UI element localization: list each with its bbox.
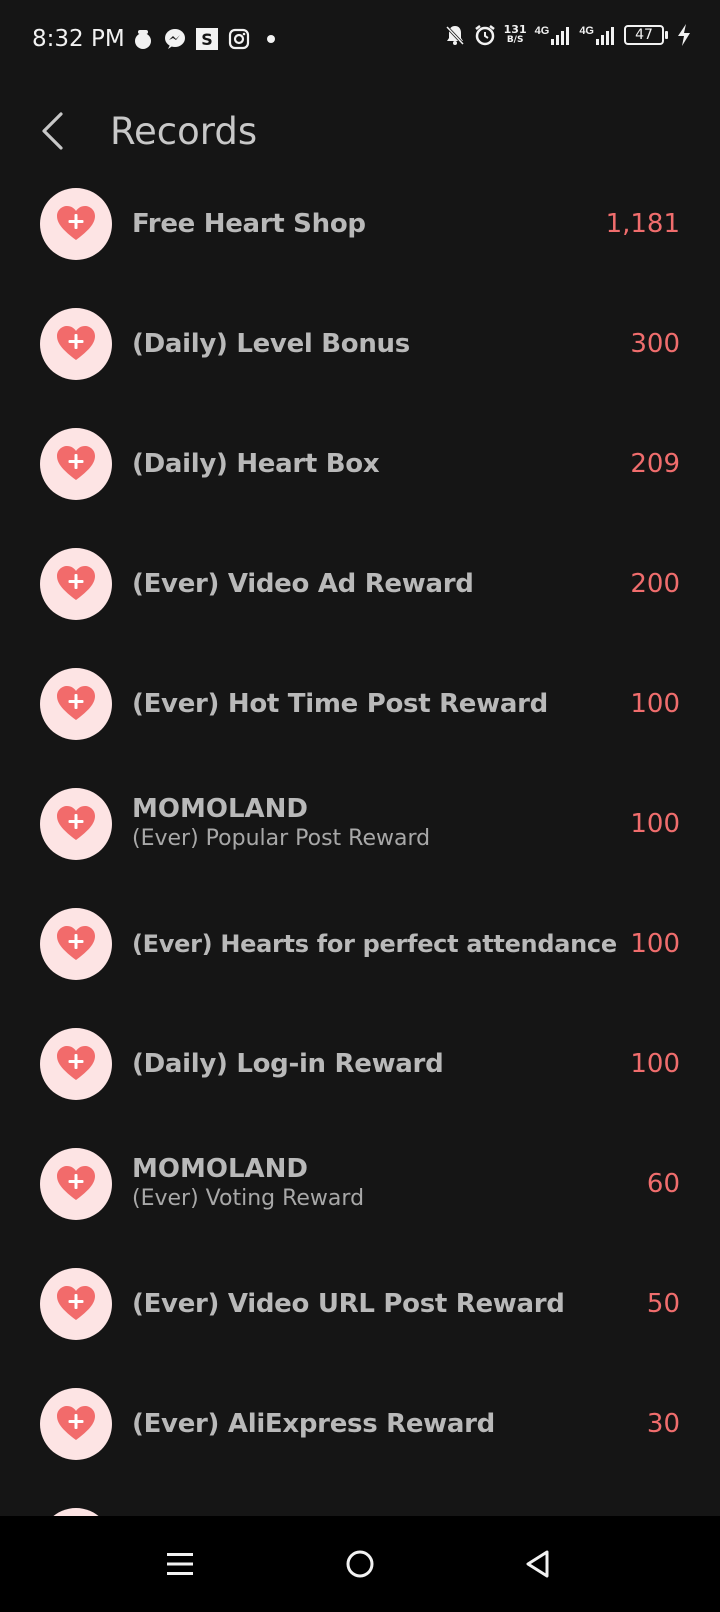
record-text: (Ever) Video Ad Reward xyxy=(132,524,592,644)
system-back-button[interactable] xyxy=(514,1540,562,1588)
network-label-2: 4G xyxy=(579,25,594,37)
record-group: MOMOLAND xyxy=(132,1154,308,1184)
record-amount: 200 xyxy=(630,569,680,599)
record-row[interactable]: (Daily) Heart Box 209 xyxy=(0,404,720,524)
record-title: (Daily) Level Bonus xyxy=(132,329,410,359)
s-app-icon: S xyxy=(196,28,218,50)
chevron-left-icon xyxy=(42,112,63,150)
record-text: (Ever) Video URL Post Reward xyxy=(132,1244,592,1364)
heart-plus-icon xyxy=(40,1148,112,1220)
messenger-icon xyxy=(164,28,186,50)
heart-plus-icon xyxy=(40,1388,112,1460)
heart-plus-icon xyxy=(40,428,112,500)
battery-indicator: 47 xyxy=(624,25,668,45)
record-row[interactable]: (Ever) Hearts for perfect attendance 100 xyxy=(0,884,720,1004)
record-row[interactable]: MOMOLAND (Ever) Popular Post Reward 100 xyxy=(0,764,720,884)
signal-icon xyxy=(551,27,570,45)
record-title: (Ever) Hot Time Post Reward xyxy=(132,689,548,719)
heart-plus-icon xyxy=(40,1268,112,1340)
record-amount: 60 xyxy=(646,1169,680,1199)
record-text: (Daily) Heart Box xyxy=(132,404,592,524)
record-text: (Daily) Level Bonus xyxy=(132,284,592,404)
record-amount: 100 xyxy=(630,1049,680,1079)
net-speed-value: 131 xyxy=(503,23,527,36)
heart-plus-icon xyxy=(40,908,112,980)
record-subtitle: (Ever) Voting Reward xyxy=(132,1186,365,1211)
record-amount: 300 xyxy=(630,329,680,359)
record-title: (Ever) Video Ad Reward xyxy=(132,569,474,599)
record-row[interactable]: (Ever) AliExpress Reward 30 xyxy=(0,1364,720,1484)
record-row[interactable]: (Ever) Video URL Post Reward 50 xyxy=(0,1244,720,1364)
status-right-icons: 131 B/S 4G 4G 47 xyxy=(444,24,698,46)
record-subtitle: (Ever) Popular Post Reward xyxy=(132,826,431,851)
record-title: (Ever) AliExpress Reward xyxy=(132,1409,495,1439)
status-left-icons: S xyxy=(132,28,282,50)
alarm-icon xyxy=(474,24,496,46)
heart-plus-icon xyxy=(40,188,112,260)
back-button[interactable] xyxy=(30,106,74,156)
notification-dot-icon xyxy=(132,28,154,50)
menu-icon xyxy=(167,1553,193,1575)
signal-2: 4G xyxy=(579,25,616,45)
record-title: (Ever) Hearts for perfect attendance xyxy=(132,930,617,958)
charging-icon xyxy=(676,24,698,46)
record-text: MOMOLAND (Ever) Voting Reward xyxy=(132,1124,592,1244)
record-group: MOMOLAND xyxy=(132,794,308,824)
status-bar: 8:32 PM S 131 B/S 4G 4G 47 xyxy=(0,0,720,80)
record-title: (Ever) Video URL Post Reward xyxy=(132,1289,565,1319)
net-speed: 131 B/S xyxy=(504,24,527,46)
page-title: Records xyxy=(110,110,258,153)
record-row[interactable]: (Daily) Log-in Reward 100 xyxy=(0,1004,720,1124)
heart-plus-icon xyxy=(40,548,112,620)
record-amount: 100 xyxy=(630,809,680,839)
record-amount: 209 xyxy=(630,449,680,479)
record-amount: 100 xyxy=(630,929,680,959)
back-triangle-icon xyxy=(526,1550,549,1578)
records-list[interactable]: Free Heart Shop 1,181 (Daily) Level Bonu… xyxy=(0,164,720,1524)
record-text: (Ever) Hot Time Post Reward xyxy=(132,644,592,764)
svg-text:S: S xyxy=(201,30,213,49)
record-row[interactable]: Free Heart Shop 1,181 xyxy=(0,164,720,284)
record-text: (Ever) Hearts for perfect attendance xyxy=(132,884,617,1004)
dot-icon xyxy=(260,28,282,50)
record-text: MOMOLAND (Ever) Popular Post Reward xyxy=(132,764,592,884)
muted-bell-icon xyxy=(444,24,466,46)
instagram-icon xyxy=(228,28,250,50)
record-text: (Daily) Log-in Reward xyxy=(132,1004,592,1124)
record-title: Free Heart Shop xyxy=(132,209,366,239)
navigation-bar xyxy=(0,1516,720,1612)
record-amount: 50 xyxy=(646,1289,680,1319)
record-row[interactable]: (Ever) Hot Time Post Reward 100 xyxy=(0,644,720,764)
heart-plus-icon xyxy=(40,308,112,380)
record-amount: 30 xyxy=(646,1409,680,1439)
heart-plus-icon xyxy=(40,788,112,860)
heart-plus-icon xyxy=(40,668,112,740)
signal-icon xyxy=(596,27,614,45)
record-title: (Daily) Heart Box xyxy=(132,449,380,479)
signal-1: 4G xyxy=(535,25,572,45)
record-amount: 1,181 xyxy=(605,209,680,239)
record-row[interactable]: (Daily) Level Bonus 300 xyxy=(0,284,720,404)
home-icon xyxy=(346,1550,374,1578)
record-text: Free Heart Shop xyxy=(132,164,592,284)
net-speed-unit: B/S xyxy=(506,35,524,45)
recent-apps-button[interactable] xyxy=(156,1540,204,1588)
status-time: 8:32 PM xyxy=(32,26,125,52)
record-row[interactable]: (Ever) Video Ad Reward 200 xyxy=(0,524,720,644)
record-row[interactable]: MOMOLAND (Ever) Voting Reward 60 xyxy=(0,1124,720,1244)
home-button[interactable] xyxy=(336,1540,384,1588)
network-label-1: 4G xyxy=(534,25,550,37)
record-text: (Ever) AliExpress Reward xyxy=(132,1364,592,1484)
record-title: (Daily) Log-in Reward xyxy=(132,1049,444,1079)
record-amount: 100 xyxy=(630,689,680,719)
heart-plus-icon xyxy=(40,1028,112,1100)
